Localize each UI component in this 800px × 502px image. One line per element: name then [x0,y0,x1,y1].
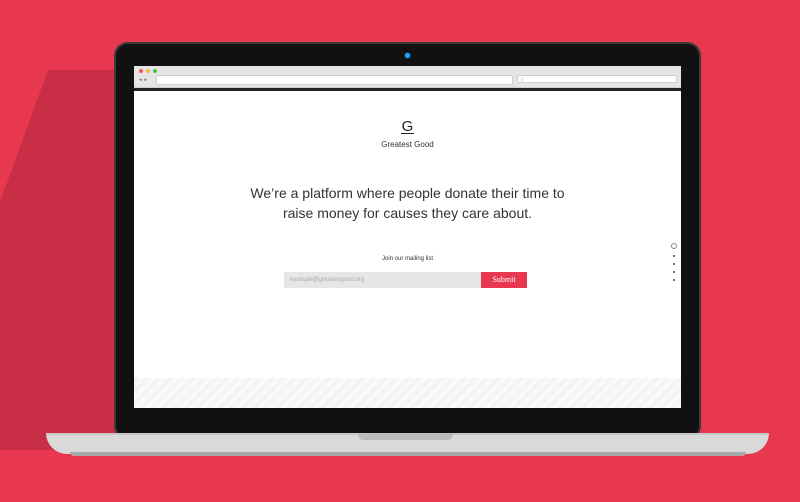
pager-dot-active[interactable] [671,243,677,249]
pager-dot[interactable] [673,279,675,281]
minimize-window-button[interactable] [146,69,150,73]
logo-letter: G [400,118,415,135]
forward-button[interactable]: ▸ [145,77,148,83]
nav-buttons: ◂ ▸ [139,77,147,83]
address-bar[interactable] [156,75,513,85]
mailing-list-label: Join our mailing list [381,256,434,262]
laptop-notch [358,433,453,440]
browser-window: ◂ ▸ ⌕ G Greatest Good We’re a platform w… [134,66,681,408]
brand-name: Greatest Good [381,140,434,149]
webcam-icon [405,53,410,58]
close-window-button[interactable] [139,69,143,73]
pager-dot[interactable] [673,255,675,257]
browser-search-field[interactable]: ⌕ [517,75,677,83]
window-controls [139,69,157,73]
footer-pattern [134,378,681,408]
tagline-line-1: We’re a platform where people donate the… [250,185,565,201]
email-input[interactable]: example@greatestgood.org [284,272,481,288]
laptop-base-edge [70,452,746,456]
toolbar-divider [134,88,681,91]
section-pager [671,243,677,281]
search-icon: ⌕ [521,77,524,83]
site-logo[interactable]: G [134,118,681,135]
back-button[interactable]: ◂ [139,77,142,83]
pager-dot[interactable] [673,271,675,273]
submit-button[interactable]: Submit [481,272,527,288]
browser-toolbar: ◂ ▸ ⌕ [134,66,681,88]
tagline-line-2: raise money for causes they care about. [282,205,533,221]
maximize-window-button[interactable] [153,69,157,73]
tagline: We’re a platform where people donate the… [214,183,601,223]
pager-dot[interactable] [673,263,675,265]
